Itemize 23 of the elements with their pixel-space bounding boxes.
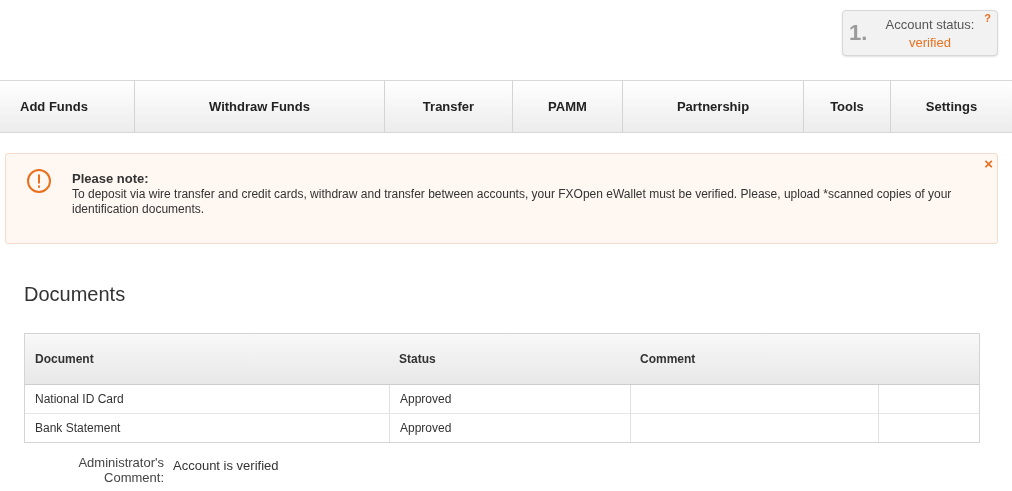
notice-title: Please note: [72,171,150,186]
nav-tab[interactable]: Settings [890,81,1012,132]
table-cell: Bank Statement [25,413,389,442]
column-header: Status [389,334,630,385]
table-cell-text: National ID Card [34,391,125,408]
nav-tab[interactable]: Add Funds [0,81,134,132]
notice-text: To deposit via wire transfer and credit cards, withdraw and transfer between accounts, your FXOpen eWallet must be verified. Please, upload *scanned copies of your identification documents. [72,187,953,217]
nav-tab[interactable]: Tools [803,81,890,132]
table-cell: Approved [389,413,630,442]
column-header: Document [25,334,389,385]
table-cell: Approved [389,385,630,413]
status-value: verified [909,34,951,50]
section-title: Documents [24,283,127,306]
nav-tab[interactable]: Transfer [384,81,512,132]
comment-text: Account is verified [173,457,279,475]
step-number: 1. [849,20,869,46]
status-label: Account status: [885,16,975,32]
column-header: Comment [630,334,878,385]
nav-tab[interactable]: Partnership [622,81,803,132]
nav-tab[interactable]: Withdraw Funds [134,81,384,132]
nav-tab[interactable]: PAMM [512,81,622,132]
comment-label: Administrator's Comment: [77,455,164,485]
warning-icon [26,168,52,194]
